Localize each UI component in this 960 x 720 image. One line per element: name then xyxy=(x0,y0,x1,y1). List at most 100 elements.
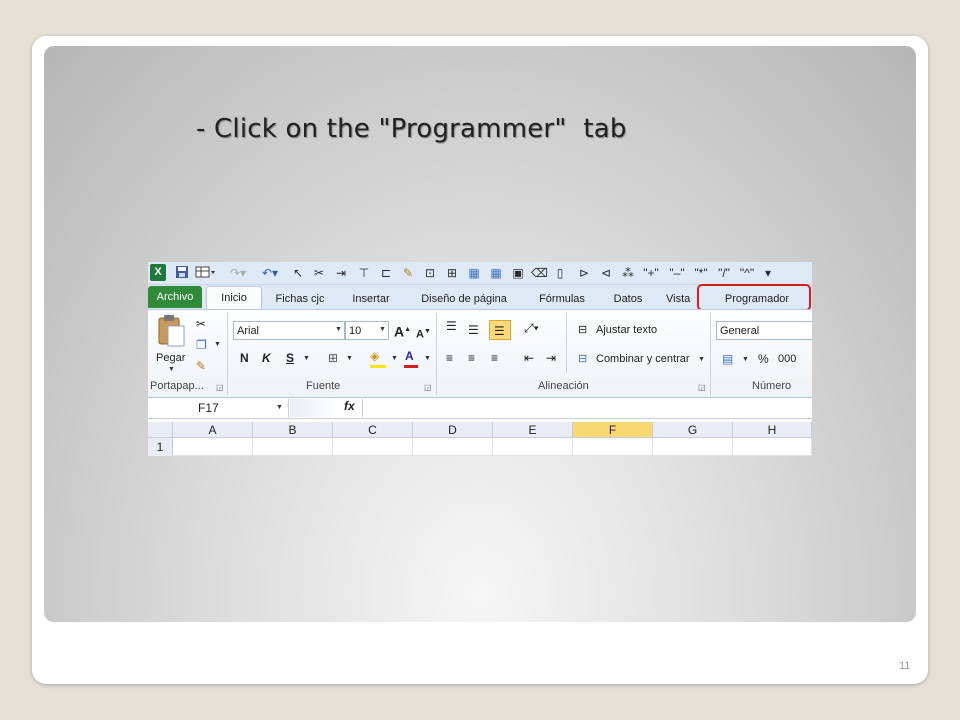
cursor-icon[interactable]: ↖ xyxy=(291,265,305,281)
borders-dropdown-icon[interactable]: ▼ xyxy=(346,355,353,362)
shrink-font-icon[interactable]: A▼ xyxy=(416,324,431,343)
box-icon[interactable]: ▣ xyxy=(510,265,526,281)
scissors-icon[interactable]: ✂ xyxy=(311,265,327,281)
slash-icon[interactable]: "/" xyxy=(713,265,735,281)
bold-button[interactable]: N xyxy=(240,350,249,366)
column-header-d[interactable]: D xyxy=(413,422,493,438)
clipboard-launcher-icon[interactable]: ◲ xyxy=(216,383,224,392)
copy-icon[interactable]: ❐ xyxy=(196,337,207,353)
cell-f1[interactable] xyxy=(573,438,653,456)
borders-icon[interactable]: ⊞ xyxy=(328,350,338,366)
merge-center-icon[interactable]: ⊟ xyxy=(578,351,587,367)
cell-h1[interactable] xyxy=(733,438,812,456)
image-icon[interactable]: ▦ xyxy=(465,265,483,281)
save-icon[interactable] xyxy=(174,265,190,281)
tab-inicio[interactable]: Inicio xyxy=(206,286,262,310)
shapes2-icon[interactable]: ⊲ xyxy=(597,265,615,281)
paste-dropdown-icon[interactable]: ▼ xyxy=(168,366,175,373)
paste-icon[interactable] xyxy=(156,314,186,350)
table-icon[interactable] xyxy=(194,265,216,281)
merge-center-dropdown-icon[interactable]: ▼ xyxy=(698,356,705,363)
asterisk-icon[interactable]: "*" xyxy=(690,265,712,281)
column-header-b[interactable]: B xyxy=(253,422,333,438)
formula-input[interactable] xyxy=(364,399,810,417)
tab-fichas-cjc[interactable]: Fichas cjc xyxy=(268,289,332,309)
eraser-icon[interactable]: ⌫ xyxy=(531,265,548,281)
format-painter-icon[interactable]: ✎ xyxy=(196,358,206,374)
underline-dropdown-icon[interactable]: ▼ xyxy=(303,355,310,362)
insert-function-button[interactable]: fx xyxy=(344,399,355,413)
formula-bar-resize-handle[interactable] xyxy=(290,399,340,417)
alignment-launcher-icon[interactable]: ◲ xyxy=(698,383,706,392)
shapes-icon[interactable]: ⊳ xyxy=(575,265,593,281)
merge-center-button[interactable]: Combinar y centrar xyxy=(596,353,690,365)
underline-button[interactable]: S xyxy=(286,350,294,366)
italic-button[interactable]: K xyxy=(262,350,271,366)
cell-c1[interactable] xyxy=(333,438,413,456)
redo-icon[interactable]: ↷▾ xyxy=(226,265,250,281)
grid-icon[interactable]: ▦ xyxy=(487,265,505,281)
column-header-f[interactable]: F xyxy=(573,422,653,438)
wrap-text-button[interactable]: Ajustar texto xyxy=(596,324,657,336)
plus-icon[interactable]: "+" xyxy=(640,265,662,281)
copy-dropdown-icon[interactable]: ▼ xyxy=(214,341,221,348)
align-top-icon[interactable]: ☰ xyxy=(446,318,457,334)
wrap-text-icon[interactable]: ⊟ xyxy=(578,322,587,338)
cell-d1[interactable] xyxy=(413,438,493,456)
cut-icon[interactable]: ✂ xyxy=(196,316,206,332)
currency-dropdown-icon[interactable]: ▼ xyxy=(742,356,749,363)
shapes3-icon[interactable]: ⁂ xyxy=(619,265,637,281)
cell-b1[interactable] xyxy=(253,438,333,456)
number-format-combo[interactable]: General xyxy=(716,321,812,340)
fill-color-icon[interactable]: ◈ xyxy=(370,348,379,364)
name-box[interactable]: F17 ▼ xyxy=(148,399,289,417)
frame-icon[interactable]: ⊡ xyxy=(421,265,439,281)
undo-icon[interactable]: ↶▾ xyxy=(258,265,282,281)
column-header-h[interactable]: H xyxy=(733,422,812,438)
row-header-1[interactable]: 1 xyxy=(148,438,173,456)
font-name-dropdown-icon[interactable]: ▼ xyxy=(335,326,342,333)
font-color-dropdown-icon[interactable]: ▼ xyxy=(424,355,431,362)
cell-g1[interactable] xyxy=(653,438,733,456)
font-color-icon[interactable]: A xyxy=(405,348,414,364)
column-header-a[interactable]: A xyxy=(173,422,253,438)
font-name-combo[interactable]: Arial xyxy=(233,321,345,340)
select-all-corner[interactable] xyxy=(148,422,173,438)
increase-indent-icon[interactable]: ⇥ xyxy=(546,350,556,366)
percent-button[interactable]: % xyxy=(758,351,769,367)
font-size-dropdown-icon[interactable]: ▼ xyxy=(379,326,386,333)
column-header-g[interactable]: G xyxy=(653,422,733,438)
frame2-icon[interactable]: ⊞ xyxy=(443,265,461,281)
name-box-dropdown-icon[interactable]: ▼ xyxy=(276,404,283,411)
tab-insertar[interactable]: Insertar xyxy=(344,289,398,309)
paste-button[interactable]: Pegar xyxy=(156,352,185,364)
tab-diseno-de-pagina[interactable]: Diseño de página xyxy=(414,289,514,309)
tab-formulas[interactable]: Fórmulas xyxy=(532,289,592,309)
thousands-button[interactable]: 000 xyxy=(778,351,796,367)
connect-icon[interactable]: ⊏ xyxy=(377,265,395,281)
fill-color-dropdown-icon[interactable]: ▼ xyxy=(391,355,398,362)
cell-e1[interactable] xyxy=(493,438,573,456)
cell-a1[interactable] xyxy=(173,438,253,456)
align-middle-icon[interactable]: ☰ xyxy=(468,322,479,338)
tab-archivo[interactable]: Archivo xyxy=(148,286,202,308)
column-header-e[interactable]: E xyxy=(493,422,573,438)
font-launcher-icon[interactable]: ◲ xyxy=(424,383,432,392)
arrow-icon[interactable]: ⇥ xyxy=(332,265,350,281)
currency-icon[interactable]: ▤ xyxy=(722,351,733,367)
customize-qat-icon[interactable]: ▾ xyxy=(762,265,774,281)
caret-icon[interactable]: "^" xyxy=(736,265,758,281)
align-center-icon[interactable]: ≡ xyxy=(468,350,475,366)
align-left-icon[interactable]: ≡ xyxy=(446,350,453,366)
column-header-c[interactable]: C xyxy=(333,422,413,438)
orientation-icon[interactable]: ⤢▾ xyxy=(524,320,539,336)
brush-icon[interactable]: ✎ xyxy=(399,265,417,281)
tab-datos[interactable]: Datos xyxy=(606,289,650,309)
tree-icon[interactable]: ⊤ xyxy=(355,265,373,281)
minus-icon[interactable]: "–" xyxy=(666,265,688,281)
align-bottom-icon[interactable]: ☰ xyxy=(494,323,505,339)
doc-icon[interactable]: ▯ xyxy=(553,265,567,281)
decrease-indent-icon[interactable]: ⇤ xyxy=(524,350,534,366)
align-right-icon[interactable]: ≡ xyxy=(491,350,498,366)
grow-font-icon[interactable]: A▲ xyxy=(394,322,411,340)
